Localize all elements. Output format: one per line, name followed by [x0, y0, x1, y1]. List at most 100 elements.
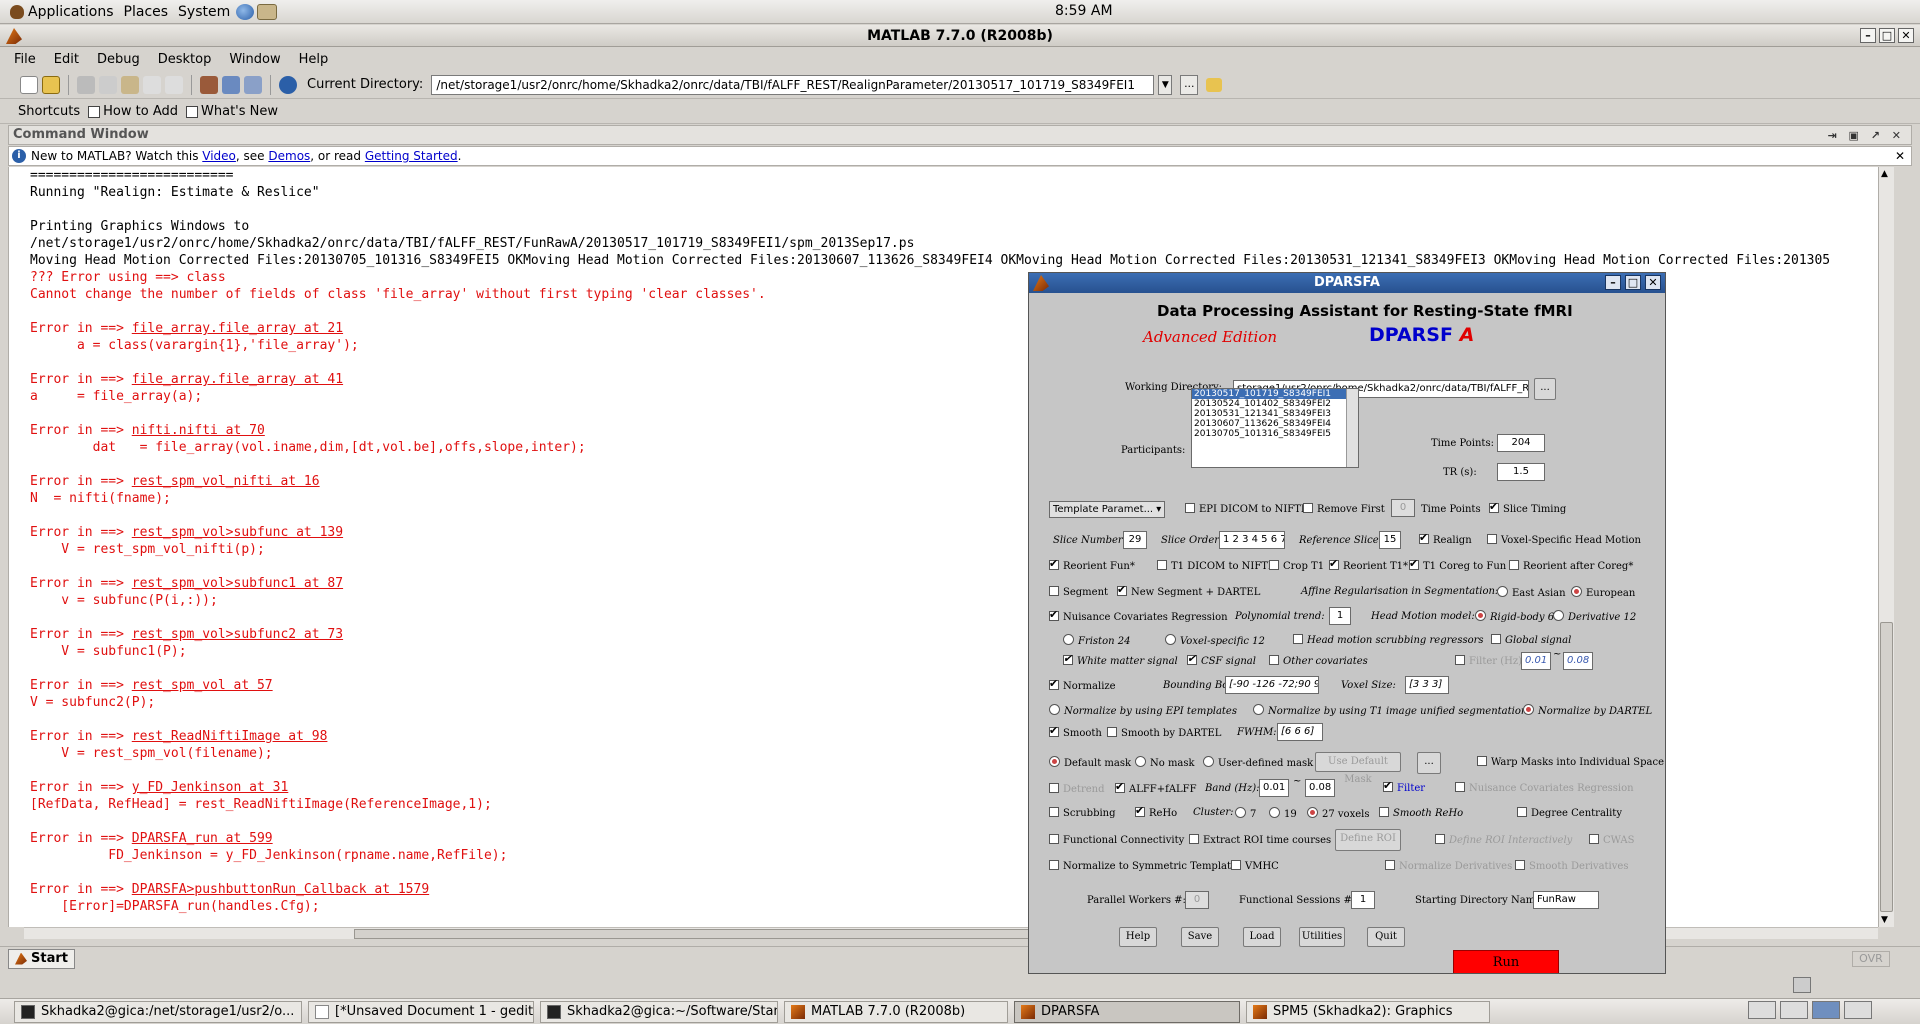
slice-timing-checkbox[interactable]: Slice Timing — [1489, 500, 1566, 517]
normalize-symmetric-checkbox[interactable]: Normalize to Symmetric Template — [1049, 860, 1237, 874]
help-button[interactable]: Help — [1119, 927, 1157, 947]
t1-dicom-checkbox[interactable]: T1 DICOM to NIFTI — [1157, 560, 1272, 574]
parallel-workers-input[interactable]: 0 — [1185, 891, 1209, 909]
define-roi-interactively-checkbox[interactable]: Define ROI Interactively — [1435, 834, 1572, 848]
warp-masks-checkbox[interactable]: Warp Masks into Individual Space — [1477, 756, 1664, 770]
taskbar-item[interactable]: SPM5 (Skhadka2): Graphics — [1246, 1000, 1490, 1023]
functional-sessions-input[interactable]: 1 — [1351, 891, 1375, 909]
browse-directory-button[interactable]: ... — [1180, 74, 1199, 95]
quit-button[interactable]: Quit — [1367, 927, 1405, 947]
white-matter-checkbox[interactable]: White matter signal — [1063, 652, 1178, 669]
cluster-27-radio[interactable]: 27 voxels — [1307, 807, 1369, 822]
epi-dicom-checkbox[interactable]: EPI DICOM to NIFTI — [1185, 503, 1305, 517]
remove-first-input[interactable]: 0 — [1391, 499, 1415, 517]
bounding-box-input[interactable]: [-90 -126 -72;90 9 — [1225, 676, 1319, 694]
participant-item[interactable]: 20130705_101316_S8349FEI5 — [1192, 429, 1358, 439]
minimize-icon[interactable]: – — [1860, 28, 1876, 43]
crop-t1-checkbox[interactable]: Crop T1 — [1269, 560, 1324, 574]
email-icon[interactable] — [257, 3, 278, 20]
functional-connectivity-checkbox[interactable]: Functional Connectivity — [1049, 834, 1184, 848]
error-location-link[interactable]: DPARSFA>pushbuttonRun_Callback at 1579 — [132, 882, 429, 897]
derivative-12-radio[interactable]: Derivative 12 — [1553, 610, 1636, 625]
tr-input[interactable]: 1.5 — [1497, 463, 1545, 481]
smooth-derivatives-checkbox[interactable]: Smooth Derivatives — [1515, 860, 1628, 874]
error-location-link[interactable]: DPARSFA_run at 599 — [132, 831, 273, 846]
reference-slice-input[interactable]: 15 — [1379, 531, 1401, 549]
time-points-input[interactable]: 204 — [1497, 434, 1545, 452]
reorient-after-coreg-checkbox[interactable]: Reorient after Coreg* — [1509, 560, 1633, 574]
participant-item[interactable]: 20130531_121341_S8349FEI3 — [1192, 409, 1358, 419]
maximize-icon[interactable]: □ — [1879, 28, 1895, 43]
participant-item[interactable]: 20130517_101719_S8349FEI1 — [1192, 389, 1358, 399]
menu-debug[interactable]: Debug — [97, 52, 140, 67]
slice-number-input[interactable]: 29 — [1123, 531, 1147, 549]
cut-icon[interactable] — [77, 75, 95, 94]
open-folder-icon[interactable] — [42, 75, 60, 94]
reho-checkbox[interactable]: ReHo — [1135, 804, 1177, 821]
menu-help[interactable]: Help — [299, 52, 329, 67]
other-covariates-checkbox[interactable]: Other covariates — [1269, 655, 1368, 669]
workspace-1[interactable] — [1748, 1001, 1776, 1019]
filter-checkbox[interactable]: Filter (Hz): — [1455, 655, 1525, 669]
voxel-specific-12-radio[interactable]: Voxel-specific 12 — [1165, 634, 1265, 649]
slice-order-input[interactable]: 1 2 3 4 5 6 7 — [1219, 531, 1285, 549]
workspace-4[interactable] — [1844, 1001, 1872, 1019]
use-default-mask-button[interactable]: Use Default Mask — [1315, 752, 1401, 785]
template-dropdown[interactable]: Template Paramet... ▾ — [1049, 501, 1165, 518]
normalize-t1-radio[interactable]: Normalize by using T1 image unified segm… — [1253, 704, 1527, 719]
cwas-checkbox[interactable]: CWAS — [1589, 834, 1635, 848]
close-icon[interactable]: ✕ — [1898, 28, 1914, 43]
error-location-link[interactable]: file_array.file_array at 41 — [132, 372, 343, 387]
global-signal-checkbox[interactable]: Global signal — [1491, 634, 1571, 648]
european-radio[interactable]: European — [1571, 586, 1635, 601]
csf-signal-checkbox[interactable]: CSF signal — [1187, 652, 1256, 669]
error-location-link[interactable]: file_array.file_array at 21 — [132, 321, 343, 336]
guide-icon[interactable] — [222, 75, 240, 94]
smooth-checkbox[interactable]: Smooth — [1049, 724, 1102, 741]
vmhc-checkbox[interactable]: VMHC — [1231, 860, 1279, 874]
scroll-thumb[interactable] — [1880, 622, 1893, 912]
alff-filter-checkbox[interactable]: Filter — [1383, 779, 1425, 796]
realign-checkbox[interactable]: Realign — [1419, 531, 1472, 548]
close-info-icon[interactable]: ✕ — [1895, 147, 1905, 165]
normalize-epi-radio[interactable]: Normalize by using EPI templates — [1049, 704, 1237, 719]
no-mask-radio[interactable]: No mask — [1135, 756, 1195, 771]
error-location-link[interactable]: rest_spm_vol_nifti at 16 — [132, 474, 320, 489]
scrubbing-regressors-checkbox[interactable]: Head motion scrubbing regressors — [1293, 634, 1484, 648]
fwhm-input[interactable]: [6 6 6] — [1277, 723, 1323, 741]
east-asian-radio[interactable]: East Asian — [1497, 586, 1566, 601]
clock[interactable]: 8:59 AM — [1055, 3, 1113, 19]
places-menu[interactable]: Places — [124, 4, 169, 20]
working-dir-browse-button[interactable]: ... — [1534, 378, 1556, 400]
detrend-checkbox[interactable]: Detrend — [1049, 783, 1105, 797]
workspace-switcher[interactable] — [1748, 1001, 1912, 1019]
filter-low-input[interactable]: 0.01 — [1521, 652, 1551, 670]
voxel-head-motion-checkbox[interactable]: Voxel-Specific Head Motion — [1487, 534, 1641, 548]
directory-dropdown-icon[interactable]: ▼ — [1158, 74, 1173, 95]
close-icon[interactable]: ✕ — [1645, 275, 1661, 290]
mask-browse-button[interactable]: ... — [1417, 752, 1441, 774]
taskbar-item[interactable]: [*Unsaved Document 1 - gedit] — [308, 1000, 534, 1023]
whats-new-shortcut[interactable]: What's New — [186, 104, 278, 119]
start-button[interactable]: Start — [8, 948, 75, 969]
error-location-link[interactable]: rest_spm_vol>subfunc at 139 — [132, 525, 343, 540]
redo-icon[interactable] — [165, 75, 183, 94]
error-location-link[interactable]: rest_ReadNiftiImage at 98 — [132, 729, 328, 744]
normalize-derivatives-checkbox[interactable]: Normalize Derivatives — [1385, 860, 1512, 874]
taskbar-item[interactable]: DPARSFA — [1014, 1000, 1240, 1023]
getting-started-link[interactable]: Getting Started — [365, 149, 458, 163]
normalize-checkbox[interactable]: Normalize — [1049, 677, 1116, 694]
reorient-fun-checkbox[interactable]: Reorient Fun* — [1049, 557, 1135, 574]
scrubbing-checkbox[interactable]: Scrubbing — [1049, 807, 1116, 821]
run-button[interactable]: Run — [1453, 950, 1559, 973]
how-to-add-shortcut[interactable]: How to Add — [88, 104, 178, 119]
minimize-icon[interactable]: – — [1605, 275, 1621, 290]
web-browser-icon[interactable] — [236, 3, 255, 20]
utilities-button[interactable]: Utilities — [1299, 927, 1345, 947]
alff-checkbox[interactable]: ALFF+fALFF — [1115, 780, 1197, 797]
current-directory-input[interactable]: /net/storage1/usr2/onrc/home/Skhadka2/on… — [431, 74, 1155, 95]
nuisance-regression-checkbox[interactable]: Nuisance Covariates Regression — [1049, 608, 1228, 625]
vertical-scrollbar[interactable]: ▲ ▼ — [1878, 167, 1894, 927]
undo-icon[interactable] — [143, 75, 161, 94]
user-mask-radio[interactable]: User-defined mask — [1203, 756, 1313, 771]
